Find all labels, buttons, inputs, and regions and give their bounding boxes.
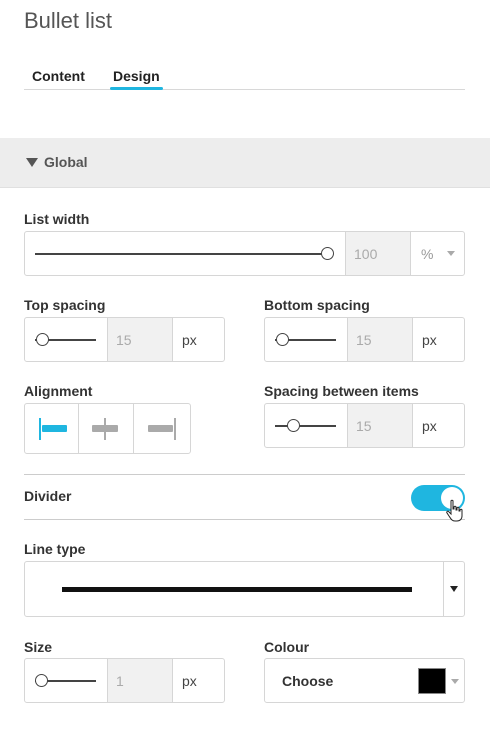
bottom-spacing-control: 15 px	[264, 317, 465, 362]
triangle-down-icon	[26, 158, 38, 167]
colour-picker[interactable]: Choose	[264, 658, 465, 703]
colour-choose-label: Choose	[282, 673, 334, 689]
align-left-icon	[39, 418, 67, 440]
panel-title: Bullet list	[24, 8, 113, 33]
top-spacing-control: 15 px	[24, 317, 225, 362]
line-type-dropdown-button[interactable]	[443, 562, 464, 616]
spacing-between-slider-handle[interactable]	[287, 419, 300, 432]
alignment-label: Alignment	[24, 383, 93, 399]
tab-content[interactable]: Content	[32, 68, 85, 84]
spacing-between-unit: px	[422, 417, 437, 434]
spacing-between-control: 15 px	[264, 403, 465, 448]
align-right-button[interactable]	[135, 404, 189, 453]
top-spacing-unit: px	[182, 331, 197, 348]
align-center-icon	[92, 418, 118, 440]
list-width-slider-handle[interactable]	[321, 247, 334, 260]
bottom-spacing-unit: px	[422, 331, 437, 348]
size-unit: px	[182, 672, 197, 689]
list-width-unit-select[interactable]: %	[421, 246, 433, 262]
line-type-preview	[62, 587, 412, 592]
caret-down-icon	[450, 586, 458, 592]
chevron-down-icon	[447, 251, 455, 256]
bottom-spacing-input[interactable]: 15	[347, 318, 413, 361]
list-width-control: 100 %	[24, 231, 465, 276]
spacing-between-label: Spacing between items	[264, 383, 419, 399]
size-input[interactable]: 1	[107, 659, 173, 702]
alignment-group	[24, 403, 191, 454]
list-width-slider-track[interactable]	[35, 253, 331, 255]
spacing-between-slider-track[interactable]	[275, 425, 336, 427]
list-width-label: List width	[24, 211, 90, 227]
tab-bar: Content Design	[24, 68, 465, 90]
size-slider-handle[interactable]	[35, 674, 48, 687]
top-spacing-slider-handle[interactable]	[36, 333, 49, 346]
chevron-down-icon	[451, 679, 459, 684]
size-control: 1 px	[24, 658, 225, 703]
line-type-label: Line type	[24, 541, 86, 557]
align-center-button[interactable]	[80, 404, 134, 453]
section-label: Global	[44, 154, 88, 170]
top-spacing-input[interactable]: 15	[107, 318, 173, 361]
tab-design-label: Design	[113, 68, 160, 84]
align-left-button[interactable]	[25, 404, 79, 453]
list-width-input[interactable]: 100	[345, 232, 411, 275]
bottom-spacing-label: Bottom spacing	[264, 297, 370, 313]
divider-label: Divider	[24, 488, 72, 504]
tab-design[interactable]: Design	[110, 68, 163, 90]
size-label: Size	[24, 639, 53, 655]
section-global-header[interactable]: Global	[0, 138, 490, 188]
spacing-between-input[interactable]: 15	[347, 404, 413, 447]
colour-swatch	[418, 668, 446, 694]
line-type-select[interactable]	[24, 561, 465, 617]
align-right-icon	[148, 418, 176, 440]
active-tab-indicator	[110, 87, 163, 90]
top-spacing-label: Top spacing	[24, 297, 106, 313]
bottom-spacing-slider-handle[interactable]	[276, 333, 289, 346]
hand-cursor-icon	[446, 499, 463, 522]
colour-label: Colour	[264, 639, 310, 655]
divider-row: Divider	[24, 474, 465, 522]
